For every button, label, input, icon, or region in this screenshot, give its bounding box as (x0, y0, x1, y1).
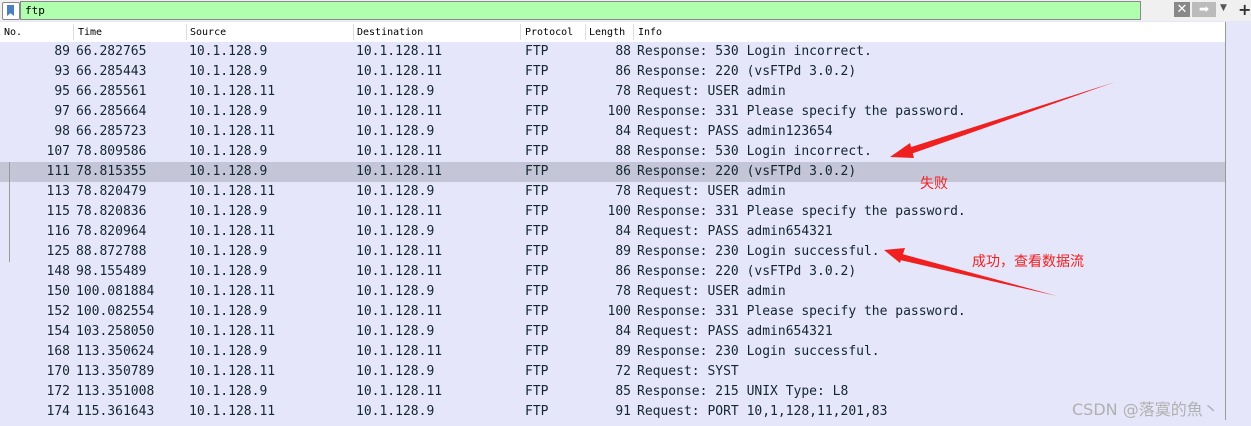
arrow-fail (905, 82, 1115, 155)
annotation-arrows (884, 82, 1115, 296)
arrow-success-head (884, 248, 905, 263)
watermark: CSDN @落寞的魚丶 (1072, 400, 1219, 419)
annotation-success: 成功，查看数据流 (972, 254, 1084, 270)
arrow-fail-head (890, 143, 914, 158)
annotation-fail: 失败 (920, 176, 948, 192)
